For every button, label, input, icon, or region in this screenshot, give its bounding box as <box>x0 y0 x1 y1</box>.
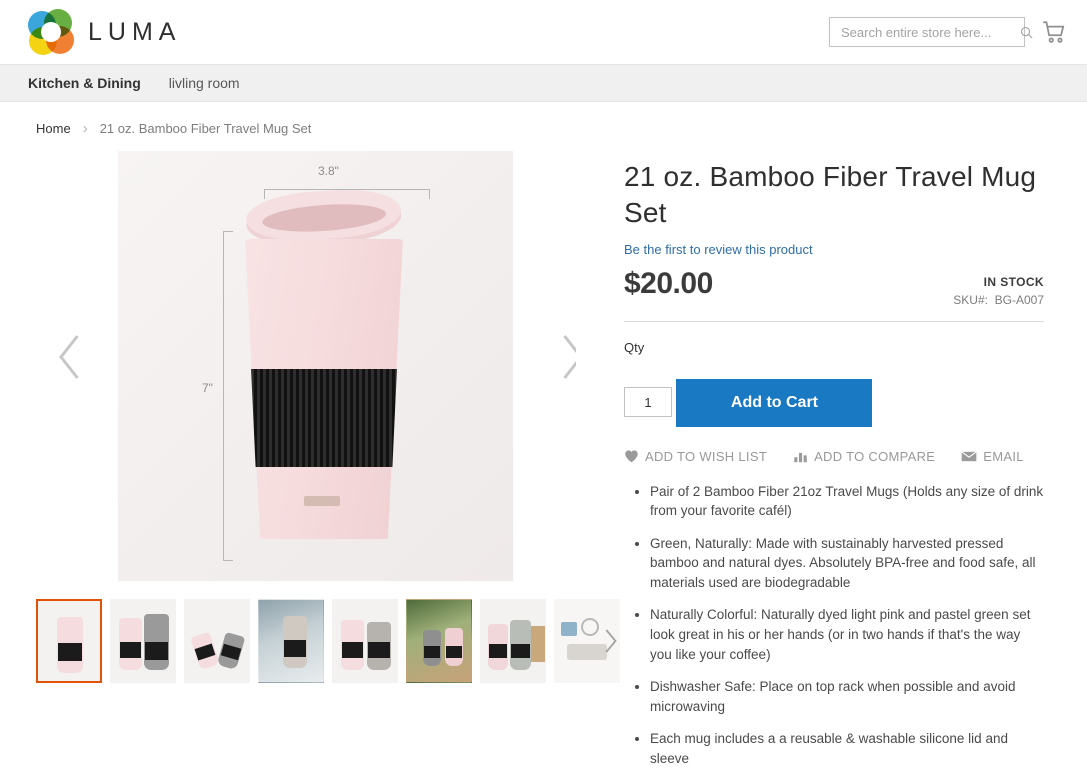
add-to-cart-button[interactable]: Add to Cart <box>676 378 873 427</box>
sku-label: SKU#: <box>953 292 988 307</box>
status-badge: IN STOCK <box>983 274 1044 289</box>
height-dimension-label: 7" <box>202 381 213 395</box>
wish-list-label: ADD TO WISH LIST <box>645 448 768 464</box>
quantity-label: Qty <box>624 339 645 355</box>
email-label: EMAIL <box>983 448 1024 464</box>
envelope-icon <box>961 451 977 461</box>
cart-icon[interactable] <box>1041 19 1067 45</box>
search-box[interactable] <box>829 17 1033 47</box>
thumbnail-0[interactable] <box>36 599 102 683</box>
chevron-right-icon: › <box>82 120 88 137</box>
gallery-prev-button[interactable] <box>52 329 88 385</box>
compare-label: ADD TO COMPARE <box>814 448 936 464</box>
product-features-list: Pair of 2 Bamboo Fiber 21oz Travel Mugs … <box>624 482 1044 769</box>
product-sku: SKU#: BG-A007 <box>953 293 1044 307</box>
list-item: Dishwasher Safe: Place on top rack when … <box>650 677 1044 716</box>
width-dimension-line <box>264 189 430 199</box>
add-to-wish-list-button[interactable]: ADD TO WISH LIST <box>624 449 767 464</box>
header-actions <box>829 17 1067 47</box>
page-title: 21 oz. Bamboo Fiber Travel Mug Set <box>624 161 1037 228</box>
thumbnail-2[interactable] <box>184 599 250 683</box>
sku-value: BG-A007 <box>994 292 1044 307</box>
list-item: Green, Naturally: Made with sustainably … <box>650 534 1044 593</box>
luma-logo-icon <box>28 9 74 55</box>
thumbnail-strip <box>36 599 620 683</box>
bar-chart-icon <box>794 453 807 463</box>
breadcrumb-current: 21 oz. Bamboo Fiber Travel Mug Set <box>99 121 312 136</box>
stock-info: IN STOCK SKU#: BG-A007 <box>953 267 1044 307</box>
search-icon[interactable] <box>1019 25 1034 40</box>
site-header: LUMA <box>0 0 1087 64</box>
thumbnail-6[interactable] <box>480 599 546 683</box>
thumbnail-1[interactable] <box>110 599 176 683</box>
product-page: 3.8" 7" 21 oz. Bamboo Fiber Travel Mug S… <box>0 137 1087 781</box>
product-gallery: 3.8" 7" <box>0 151 620 781</box>
gallery-next-button[interactable] <box>554 329 576 385</box>
gallery-stage[interactable]: 3.8" 7" <box>36 151 576 581</box>
mug-sleeve <box>251 369 397 467</box>
product-main-image[interactable]: 3.8" 7" <box>118 151 513 581</box>
price-row: $20.00 IN STOCK SKU#: BG-A007 <box>624 267 1044 322</box>
quantity-stepper[interactable] <box>624 387 672 418</box>
list-item: Pair of 2 Bamboo Fiber 21oz Travel Mugs … <box>650 482 1044 521</box>
breadcrumb: Home › 21 oz. Bamboo Fiber Travel Mug Se… <box>0 102 1087 137</box>
thumbnail-3[interactable] <box>258 599 324 683</box>
height-dimension-line <box>223 231 233 561</box>
width-dimension-label: 3.8" <box>318 164 339 178</box>
email-button[interactable]: EMAIL <box>961 449 1024 464</box>
logo[interactable]: LUMA <box>28 9 181 55</box>
add-to-compare-button[interactable]: ADD TO COMPARE <box>793 449 935 464</box>
thumbnail-next-button[interactable] <box>599 626 620 656</box>
thumbnail-5[interactable] <box>406 599 472 683</box>
search-input[interactable] <box>839 19 1019 45</box>
brand-name: LUMA <box>88 17 182 46</box>
product-info: 21 oz. Bamboo Fiber Travel Mug Set Be th… <box>624 151 1044 781</box>
product-actions: ADD TO WISH LIST ADD TO COMPARE EMAIL <box>624 449 1044 464</box>
heart-icon <box>625 450 638 463</box>
product-price: $20.00 <box>624 266 713 300</box>
mug-brand-mark <box>304 496 340 506</box>
review-link[interactable]: Be the first to review this product <box>624 242 813 257</box>
breadcrumb-home[interactable]: Home <box>36 121 71 136</box>
nav-item-kitchen-dining[interactable]: Kitchen & Dining <box>28 75 141 91</box>
thumbnail-4[interactable] <box>332 599 398 683</box>
nav-item-living-room[interactable]: livling room <box>169 75 240 91</box>
thumbnail-7[interactable] <box>554 599 620 683</box>
list-item: Naturally Colorful: Naturally dyed light… <box>650 605 1044 664</box>
main-navigation: Kitchen & Dining livling room <box>0 64 1087 102</box>
